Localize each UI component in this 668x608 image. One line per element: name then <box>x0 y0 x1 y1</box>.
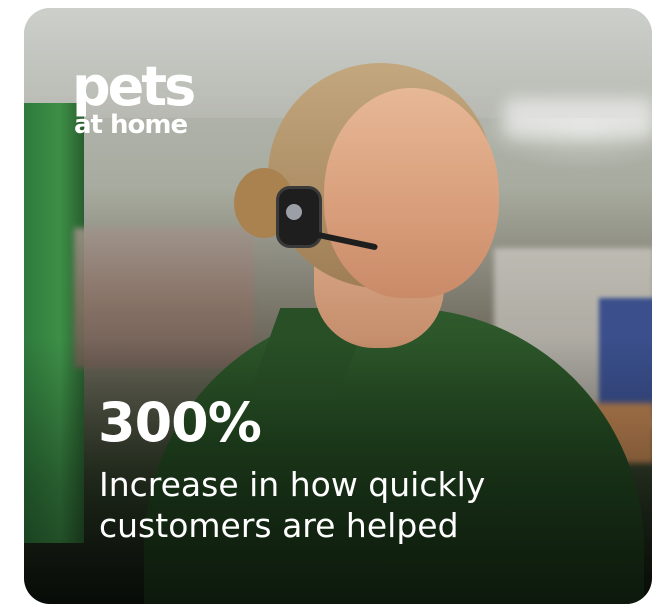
ceiling-light <box>504 98 652 138</box>
headset-speaker <box>286 204 302 220</box>
case-study-card[interactable]: pets at home 300% Increase in how quickl… <box>24 8 652 604</box>
stat-caption: Increase in how quickly customers are he… <box>99 465 486 545</box>
logo-line-pets: pets <box>72 55 196 118</box>
pets-at-home-logo: pets at home <box>72 55 196 140</box>
employee-face <box>324 88 499 298</box>
stat-value: 300% <box>98 391 262 454</box>
logo-line-at-home: at home <box>74 110 188 140</box>
